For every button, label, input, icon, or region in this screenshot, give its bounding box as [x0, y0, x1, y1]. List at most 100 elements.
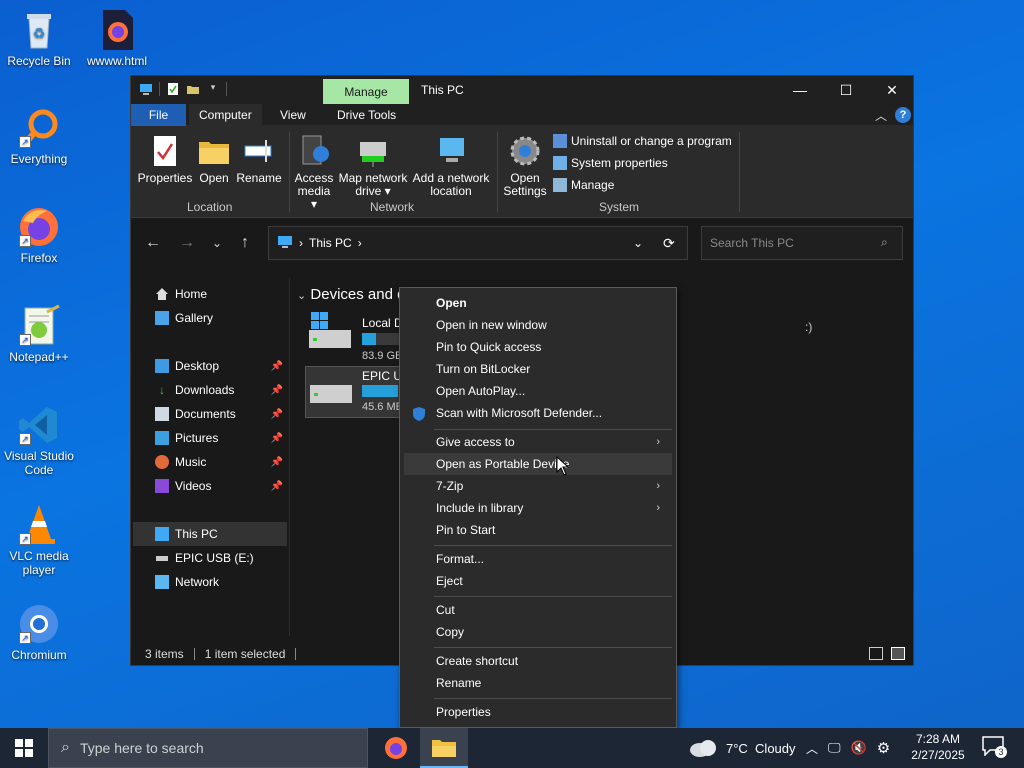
- menu-item-copy[interactable]: Copy: [404, 621, 672, 643]
- menu-item-autoplay[interactable]: Open AutoPlay...: [404, 380, 672, 402]
- properties-button[interactable]: Properties: [137, 134, 193, 185]
- desktop-icon-html-file[interactable]: wwww.html: [78, 8, 156, 68]
- desktop-icon-label: Notepad++: [9, 350, 69, 364]
- clock-date: 2/27/2025: [911, 748, 965, 762]
- rename-button[interactable]: Rename: [235, 134, 283, 185]
- sidebar-item-documents[interactable]: Documents 📌: [133, 402, 287, 426]
- up-arrow-icon[interactable]: ↑: [235, 234, 255, 252]
- help-icon[interactable]: ?: [895, 107, 911, 123]
- manage-button[interactable]: Manage: [553, 178, 614, 192]
- notification-center-button[interactable]: 3: [982, 736, 1007, 760]
- desktop-icon-recycle-bin[interactable]: ♻ Recycle Bin: [0, 8, 78, 68]
- usb-drive-icon: [310, 385, 352, 403]
- sidebar-item-desktop[interactable]: Desktop 📌: [133, 354, 287, 378]
- weather-widget[interactable]: 7°C Cloudy: [688, 728, 796, 768]
- uninstall-program-button[interactable]: Uninstall or change a program: [553, 134, 732, 148]
- sidebar-item-downloads[interactable]: ↓ Downloads 📌: [133, 378, 287, 402]
- desktop-icon-everything[interactable]: ↗ Everything: [0, 106, 78, 166]
- access-media-button[interactable]: Access media ▾: [293, 134, 335, 211]
- desktop-icon-label: Firefox: [20, 251, 58, 265]
- menu-item-defender-scan[interactable]: Scan with Microsoft Defender...: [404, 402, 672, 424]
- tab-drive-tools[interactable]: Drive Tools: [327, 104, 406, 126]
- tab-file[interactable]: File: [131, 104, 186, 126]
- submenu-arrow-icon: ›: [656, 480, 660, 492]
- close-button[interactable]: ✕: [869, 76, 915, 104]
- properties-qat-icon[interactable]: [166, 82, 180, 96]
- tab-computer[interactable]: Computer: [189, 104, 262, 126]
- window-title: This PC: [421, 83, 464, 97]
- chromium-icon: ↗: [17, 602, 61, 646]
- maximize-button[interactable]: ☐: [823, 76, 869, 104]
- menu-item-pin-quick-access[interactable]: Pin to Quick access: [404, 336, 672, 358]
- address-dropdown-chevron-icon[interactable]: ⌄: [633, 236, 643, 250]
- desktop-icon-vscode[interactable]: ↗ Visual Studio Code: [0, 403, 78, 477]
- menu-item-properties[interactable]: Properties: [404, 701, 672, 723]
- gear-icon: [508, 134, 542, 168]
- item-count: 3 items: [145, 647, 184, 661]
- menu-item-give-access[interactable]: Give access to ›: [404, 431, 672, 453]
- start-button[interactable]: [0, 728, 48, 768]
- minimize-button[interactable]: —: [777, 76, 823, 104]
- pictures-icon: [155, 431, 169, 445]
- network-status-icon[interactable]: 🖵: [828, 740, 841, 756]
- menu-item-bitlocker[interactable]: Turn on BitLocker: [404, 358, 672, 380]
- breadcrumb-this-pc[interactable]: This PC: [309, 236, 352, 250]
- sidebar-item-usb-drive[interactable]: EPIC USB (E:): [133, 546, 287, 570]
- show-hidden-icons-chevron-icon[interactable]: ︿: [806, 740, 818, 757]
- menu-item-include-library[interactable]: Include in library ›: [404, 497, 672, 519]
- add-network-location-button[interactable]: Add a network location: [411, 134, 491, 198]
- tab-view[interactable]: View: [270, 104, 316, 126]
- group-label-network: Network: [370, 200, 415, 214]
- back-arrow-icon[interactable]: ←: [143, 234, 163, 252]
- desktop-icon-firefox[interactable]: ↗ Firefox: [0, 205, 78, 265]
- address-bar[interactable]: › This PC › ⌄ ⟳: [268, 226, 688, 260]
- manage-tab[interactable]: Manage: [323, 79, 409, 106]
- menu-item-format[interactable]: Format...: [404, 548, 672, 570]
- desktop-icon-chromium[interactable]: ↗ Chromium: [0, 602, 78, 662]
- sidebar-item-pictures[interactable]: Pictures 📌: [133, 426, 287, 450]
- clock-time: 7:28 AM: [915, 732, 961, 746]
- sidebar-item-videos[interactable]: Videos 📌: [133, 474, 287, 498]
- menu-item-rename[interactable]: Rename: [404, 672, 672, 694]
- open-settings-button[interactable]: Open Settings: [501, 134, 549, 198]
- menu-item-cut[interactable]: Cut: [404, 599, 672, 621]
- new-folder-qat-icon[interactable]: [186, 82, 200, 96]
- menu-item-open-portable-device[interactable]: Open as Portable Device: [404, 453, 672, 475]
- system-properties-button[interactable]: System properties: [553, 156, 668, 170]
- refresh-icon[interactable]: ⟳: [663, 235, 675, 252]
- menu-item-pin-start[interactable]: Pin to Start: [404, 519, 672, 541]
- drive-free-space: 83.9 GB: [362, 350, 403, 362]
- recent-locations-chevron-icon[interactable]: ⌄: [207, 236, 227, 250]
- volume-muted-icon[interactable]: 🔇: [851, 740, 867, 756]
- sidebar-item-network[interactable]: Network: [133, 570, 287, 594]
- menu-item-open-new-window[interactable]: Open in new window: [404, 314, 672, 336]
- map-network-drive-button[interactable]: Map network drive ▾: [337, 134, 409, 198]
- search-input[interactable]: Search This PC: [701, 226, 903, 260]
- section-header-devices[interactable]: ⌄ Devices and d: [297, 286, 405, 303]
- sidebar-item-gallery[interactable]: Gallery: [133, 306, 287, 330]
- sidebar-item-this-pc[interactable]: This PC: [133, 522, 287, 546]
- taskbar-file-explorer[interactable]: [420, 728, 468, 768]
- customize-qat-icon[interactable]: ▾: [206, 82, 220, 96]
- taskbar-firefox[interactable]: [374, 728, 418, 768]
- sidebar-item-home[interactable]: Home: [133, 282, 287, 306]
- details-view-icon[interactable]: [869, 647, 883, 660]
- firefox-icon: [385, 737, 407, 759]
- menu-item-eject[interactable]: Eject: [404, 570, 672, 592]
- settings-gear-icon[interactable]: ⚙: [877, 739, 890, 757]
- forward-arrow-icon[interactable]: →: [177, 234, 197, 252]
- desktop-icon-notepadpp[interactable]: ↗ Notepad++: [0, 304, 78, 364]
- clock[interactable]: 7:28 AM 2/27/2025: [906, 731, 970, 763]
- open-button[interactable]: Open: [195, 134, 233, 185]
- large-icons-view-icon[interactable]: [891, 647, 905, 660]
- desktop-icon-vlc[interactable]: ↗ VLC media player: [0, 503, 78, 577]
- desktop-icon: [155, 359, 169, 373]
- cloud-icon: [690, 740, 716, 757]
- menu-item-7zip[interactable]: 7-Zip ›: [404, 475, 672, 497]
- search-icon: ⌕: [61, 739, 70, 756]
- sidebar-item-music[interactable]: Music 📌: [133, 450, 287, 474]
- menu-item-open[interactable]: Open: [404, 292, 672, 314]
- menu-item-create-shortcut[interactable]: Create shortcut: [404, 650, 672, 672]
- taskbar-search-box[interactable]: ⌕ Type here to search: [48, 728, 368, 768]
- collapse-ribbon-icon[interactable]: ︿: [875, 107, 887, 124]
